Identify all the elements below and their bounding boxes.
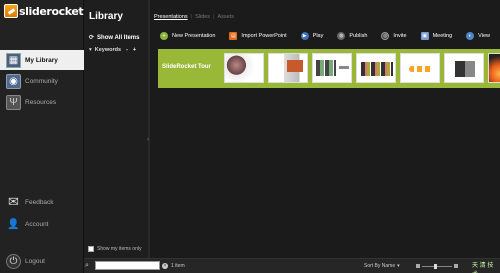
nav-label: Community [25, 77, 58, 85]
view-icon: ◐ [466, 32, 475, 40]
zoom-in-icon[interactable] [454, 264, 458, 268]
keywords-section: ▾ Keywords - + [89, 47, 147, 53]
power-icon: ⏻ [6, 253, 21, 269]
sort-dropdown[interactable]: Sort By Name ▾ [364, 263, 400, 269]
button-label: Play [312, 33, 324, 39]
show-my-items-checkbox[interactable] [88, 246, 94, 252]
slide-thumbnail[interactable] [444, 53, 484, 83]
plus-icon: + [160, 32, 168, 40]
import-powerpoint-button[interactable]: ▤ Import PowerPoint [229, 32, 287, 40]
new-presentation-button[interactable]: + New Presentation [160, 32, 215, 40]
slide-thumbnail[interactable] [312, 53, 352, 83]
zoom-out-icon[interactable] [416, 264, 420, 268]
nav-my-library[interactable]: ▦ My Library [0, 50, 84, 70]
bottom-bar: ⌕ × 1 item Sort By Name ▾ 天 清 技 术 [84, 258, 500, 273]
slide-thumbnail[interactable] [488, 53, 500, 83]
button-label: Meeting [432, 33, 453, 39]
zoom-handle[interactable] [434, 263, 437, 269]
slide-thumbnail[interactable] [224, 53, 264, 83]
nav-label: Logout [25, 257, 45, 265]
library-panel: Library ⟳ Show All Items ▾ Keywords - + … [84, 0, 150, 258]
presentation-row[interactable]: SlideRocket Tour [158, 49, 500, 88]
remove-keyword-button[interactable]: - [126, 47, 128, 53]
nav-label: Account [25, 220, 49, 228]
add-keyword-button[interactable]: + [133, 47, 136, 53]
tab-separator: | [213, 14, 215, 20]
slide-thumbnail[interactable] [356, 53, 396, 83]
nav-community[interactable]: ◉ Community [0, 71, 84, 91]
invite-button[interactable]: ◎ Invite [381, 32, 407, 40]
meeting-button[interactable]: ▣ Meeting [420, 32, 453, 40]
tab-assets[interactable]: Assets [218, 14, 235, 20]
slide-thumbnail[interactable] [268, 53, 308, 83]
keywords-label: Keywords [94, 47, 122, 53]
sort-label: Sort By Name [364, 263, 396, 269]
community-icon: ◉ [6, 73, 21, 89]
invite-icon: ◎ [381, 32, 390, 40]
nav-account[interactable]: 👤 Account [0, 214, 84, 234]
nav-feedback[interactable]: ✉ Feedback [0, 192, 84, 212]
item-count: 1 item [171, 263, 185, 269]
powerpoint-icon: ▤ [229, 32, 238, 40]
feedback-icon: ✉ [8, 194, 19, 209]
slide-thumbnail[interactable] [400, 53, 440, 83]
search-input[interactable] [95, 261, 160, 270]
zoom-slider[interactable] [416, 262, 460, 270]
nav-logout[interactable]: ⏻ Logout [0, 251, 84, 271]
button-label: Import PowerPoint [241, 33, 287, 39]
search-icon: ⌕ [85, 261, 89, 269]
button-label: View [478, 33, 490, 39]
view-button[interactable]: ◐ View [466, 32, 490, 40]
account-icon: 👤 [7, 218, 20, 230]
clear-search-icon[interactable]: × [162, 262, 168, 269]
tab-slides[interactable]: Slides [195, 14, 210, 20]
show-all-label: Show All Items [97, 34, 140, 41]
search-box: ⌕ × [85, 261, 168, 270]
sliderocket-logo-icon [4, 4, 18, 18]
show-all-items[interactable]: ⟳ Show All Items [89, 34, 140, 42]
logo-text: sliderocket [19, 4, 84, 18]
button-label: Publish [349, 33, 368, 39]
nav-label: Feedback [25, 198, 54, 206]
sliderocket-logo[interactable]: sliderocket [4, 4, 84, 18]
play-button[interactable]: ▶ Play [300, 32, 324, 40]
chevron-down-icon: ▾ [397, 263, 400, 269]
tab-separator: | [190, 14, 193, 20]
left-nav: sliderocket ▦ My Library ◉ Community Ψ R… [0, 0, 84, 273]
zoom-track[interactable] [422, 263, 452, 269]
main-content: Presentations | Slides | Assets + New Pr… [150, 0, 500, 258]
tab-presentations[interactable]: Presentations [154, 14, 188, 20]
resources-icon: Ψ [6, 94, 21, 110]
toolbar: + New Presentation ▤ Import PowerPoint ▶… [160, 32, 490, 40]
library-tabs: Presentations | Slides | Assets [154, 14, 234, 20]
meeting-icon: ▣ [420, 32, 429, 40]
show-my-items-option[interactable]: Show my items only [88, 246, 141, 252]
show-my-items-label: Show my items only [97, 246, 142, 252]
button-label: New Presentation [172, 33, 216, 39]
nav-resources[interactable]: Ψ Resources [0, 92, 84, 112]
collapse-triangle-icon[interactable]: ▾ [89, 47, 92, 53]
presentation-name: SlideRocket Tour [162, 64, 211, 70]
refresh-icon: ⟳ [89, 35, 95, 41]
globe-icon: ◍ [337, 32, 346, 40]
nav-label: My Library [25, 56, 58, 64]
page-title: Library [89, 11, 123, 22]
publish-button[interactable]: ◍ Publish [337, 32, 367, 40]
nav-label: Resources [25, 98, 57, 106]
watermark-logo: 天 清 技 术 [472, 263, 494, 273]
button-label: Invite [393, 33, 407, 39]
play-icon: ▶ [300, 32, 309, 40]
library-icon: ▦ [6, 52, 21, 68]
